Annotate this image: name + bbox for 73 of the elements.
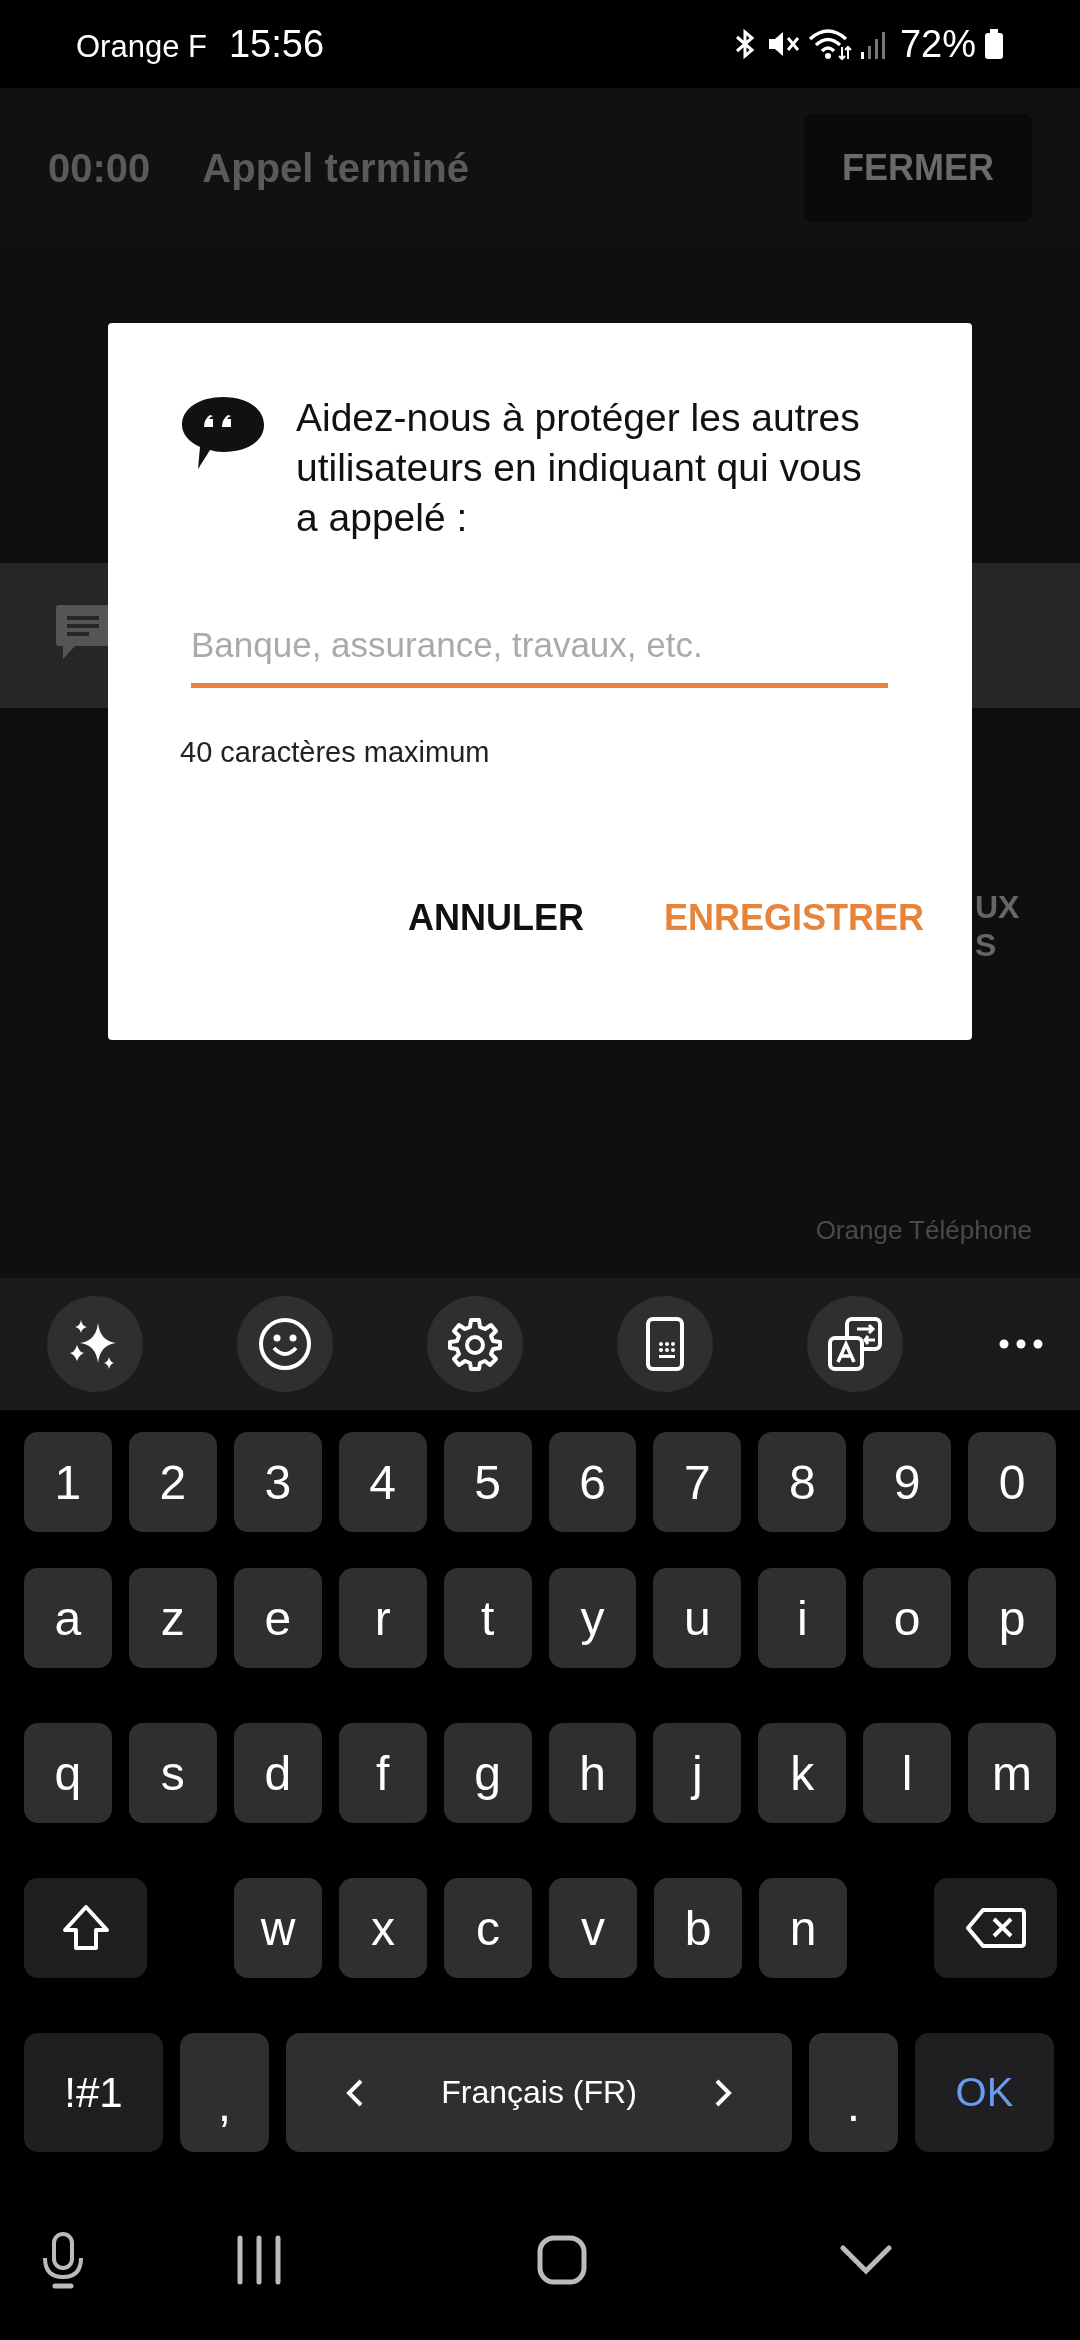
key[interactable]: 9 (863, 1432, 952, 1532)
key[interactable]: n (759, 1878, 847, 1978)
key[interactable]: a (24, 1568, 112, 1668)
key[interactable]: 3 (233, 1432, 322, 1532)
key[interactable]: k (758, 1723, 847, 1823)
key[interactable]: p (968, 1568, 1057, 1668)
translate-icon (827, 1316, 883, 1372)
settings-icon (448, 1317, 502, 1371)
backspace-icon (964, 1907, 1027, 1949)
recent-apps-icon (236, 2235, 282, 2285)
hide-keyboard-button[interactable] (840, 2245, 892, 2275)
key[interactable]: d (233, 1723, 322, 1823)
key[interactable]: !#1 (24, 2033, 163, 2152)
caller-input-field[interactable]: Banque, assurance, travaux, etc. (191, 613, 888, 688)
key[interactable]: r (338, 1568, 427, 1668)
shift-key[interactable] (24, 1878, 147, 1978)
microphone-icon (40, 2231, 86, 2289)
close-button[interactable]: FERMER (804, 114, 1032, 222)
key[interactable]: z (128, 1568, 217, 1668)
dialog-message: Aidez-nous à protéger les autres utilisateurs en indiquant qui vous a appelé : (296, 395, 863, 541)
key[interactable]: 5 (443, 1432, 532, 1532)
chevron-right-icon (714, 2077, 732, 2108)
backspace-key[interactable] (934, 1878, 1057, 1978)
key[interactable]: l (863, 1723, 952, 1823)
key[interactable]: m (968, 1723, 1057, 1823)
home-button[interactable] (537, 2235, 587, 2285)
emoji-icon (258, 1317, 312, 1371)
recent-apps-button[interactable] (236, 2235, 282, 2285)
carrier-name: Orange F (76, 28, 207, 65)
key[interactable]: y (548, 1568, 637, 1668)
key[interactable]: f (338, 1723, 427, 1823)
more-icon (999, 1339, 1043, 1349)
key[interactable]: q (24, 1723, 112, 1823)
key[interactable]: , (180, 2033, 269, 2152)
key[interactable]: o (863, 1568, 952, 1668)
key[interactable]: . (809, 2033, 898, 2152)
action-label: UX (975, 888, 1020, 926)
home-icon (537, 2235, 587, 2285)
key[interactable]: 1 (24, 1432, 112, 1532)
cancel-button[interactable]: ANNULER (407, 887, 584, 949)
key[interactable]: s (128, 1723, 217, 1823)
chevron-down-icon (840, 2245, 892, 2275)
key[interactable]: 8 (758, 1432, 847, 1532)
key[interactable]: i (758, 1568, 847, 1668)
key[interactable]: g (443, 1723, 532, 1823)
key[interactable]: w (234, 1878, 322, 1978)
action-label: S (975, 926, 998, 964)
key[interactable]: v (549, 1878, 637, 1978)
key[interactable]: b (654, 1878, 742, 1978)
key[interactable]: 0 (968, 1432, 1057, 1532)
space-key[interactable]: Français (FR) (286, 2033, 792, 2152)
shift-icon (60, 1903, 111, 1953)
battery-icon (984, 28, 1004, 60)
battery-percentage: 72% (899, 22, 976, 66)
key[interactable]: h (548, 1723, 637, 1823)
key[interactable]: u (653, 1568, 742, 1668)
key[interactable]: 2 (128, 1432, 217, 1532)
key[interactable]: j (653, 1723, 742, 1823)
key[interactable]: 6 (548, 1432, 637, 1532)
key[interactable]: c (444, 1878, 532, 1978)
clock: 15:56 (228, 22, 325, 66)
key[interactable]: 7 (653, 1432, 742, 1532)
key[interactable]: t (443, 1568, 532, 1668)
key[interactable]: x (339, 1878, 427, 1978)
chevron-left-icon (346, 2077, 364, 2108)
key[interactable]: OK (915, 2033, 1054, 2152)
call-duration: 00:00 (48, 145, 151, 191)
key[interactable]: e (233, 1568, 322, 1668)
helper-text: 40 caractères maximum (180, 736, 491, 769)
call-status: Appel terminé (202, 145, 470, 191)
app-name: Orange Téléphone (815, 1215, 1032, 1246)
key[interactable]: 4 (338, 1432, 427, 1532)
wifi-icon (807, 27, 852, 61)
